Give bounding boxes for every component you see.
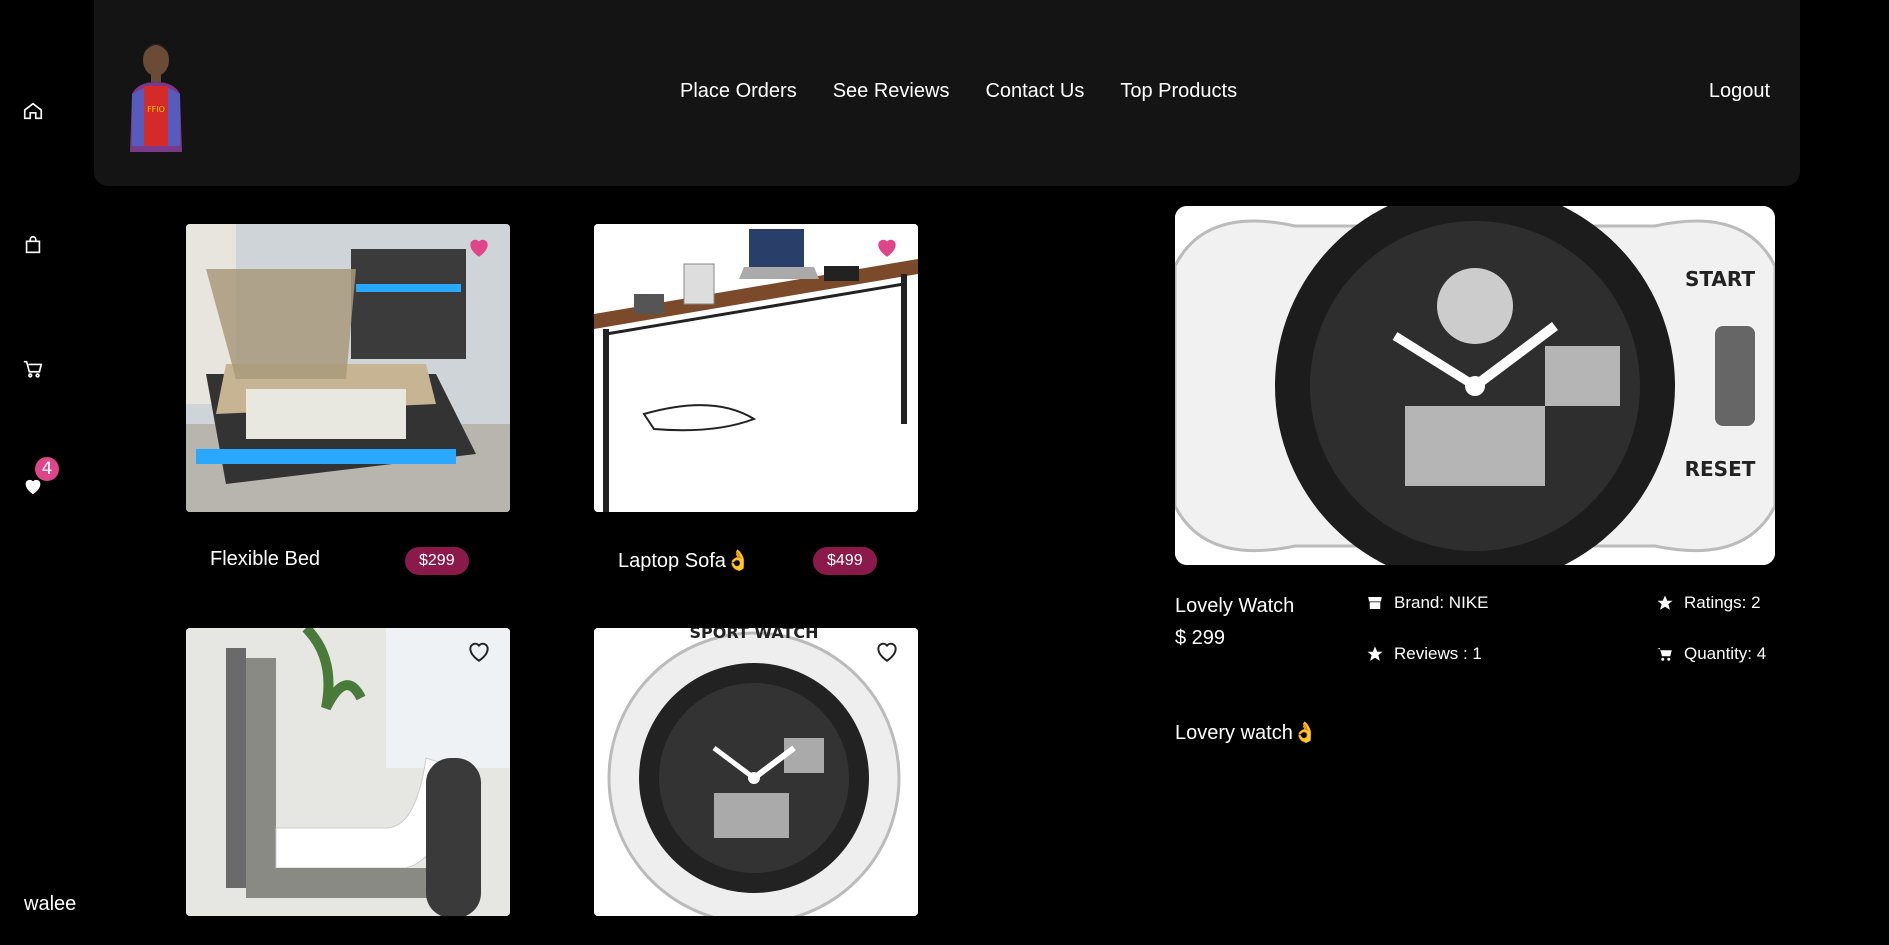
product-card[interactable] — [186, 628, 510, 916]
detail-description: Lovery watch👌 — [1175, 722, 1318, 744]
detail-brand-text: Brand: NIKE — [1394, 593, 1489, 612]
detail-quantity-text: Quantity: 4 — [1684, 644, 1767, 663]
cart-icon — [1657, 648, 1672, 661]
detail-quantity: Quantity: 4 — [1656, 644, 1766, 664]
detail-reviews-text: Reviews : 1 — [1394, 644, 1482, 663]
star-icon — [1367, 646, 1383, 661]
detail-ratings-text: Ratings: 2 — [1684, 593, 1761, 612]
product-image[interactable] — [186, 224, 510, 512]
detail-ratings: Ratings: 2 — [1656, 593, 1761, 613]
detail-price: $ 299 — [1175, 627, 1226, 649]
product-card[interactable]: Laptop Sofa👌 $499 — [594, 224, 918, 575]
detail-title: Lovely Watch — [1175, 595, 1295, 617]
product-card[interactable]: Flexible Bed $299 — [186, 224, 510, 575]
nav-see-reviews[interactable]: See Reviews — [833, 80, 950, 103]
price-badge: $299 — [405, 547, 469, 575]
svg-text:START: START — [1685, 267, 1755, 291]
top-navbar: FFIO Place Orders See Reviews Contact Us… — [94, 0, 1800, 186]
user-name: walee — [24, 893, 77, 915]
product-card[interactable]: SPORT WATCH — [594, 628, 918, 916]
favorite-heart-icon[interactable] — [466, 638, 492, 664]
store-icon — [1368, 597, 1382, 609]
nav-links: Place Orders See Reviews Contact Us Top … — [680, 80, 1237, 103]
product-name: Laptop Sofa👌 — [618, 550, 751, 572]
detail-product-image: START RESET — [1175, 206, 1775, 565]
product-image[interactable]: SPORT WATCH — [594, 628, 918, 916]
favorite-heart-icon[interactable] — [874, 234, 900, 260]
avatar[interactable]: FFIO — [124, 36, 188, 152]
main-content: FFIO Place Orders See Reviews Contact Us… — [76, 0, 1889, 945]
favorite-heart-icon[interactable] — [874, 638, 900, 664]
product-name: Flexible Bed — [210, 548, 321, 570]
svg-text:SPORT WATCH: SPORT WATCH — [689, 628, 818, 642]
svg-text:FFIO: FFIO — [147, 105, 165, 114]
wishlist-count-badge: 4 — [35, 457, 59, 481]
favorite-heart-icon[interactable] — [466, 234, 492, 260]
logout-button[interactable]: Logout — [1709, 80, 1770, 103]
detail-reviews: Reviews : 1 — [1366, 644, 1482, 664]
nav-top-products[interactable]: Top Products — [1120, 80, 1237, 103]
star-icon — [1657, 595, 1673, 610]
product-footer: Flexible Bed $299 — [186, 544, 510, 578]
product-image[interactable] — [186, 628, 510, 916]
nav-place-orders[interactable]: Place Orders — [680, 80, 797, 103]
product-footer: Laptop Sofa👌 $499 — [594, 544, 918, 578]
nav-contact-us[interactable]: Contact Us — [985, 80, 1084, 103]
cart-icon[interactable] — [22, 358, 44, 380]
bag-icon[interactable] — [22, 234, 44, 256]
svg-text:RESET: RESET — [1685, 457, 1756, 481]
product-image[interactable] — [594, 224, 918, 512]
price-badge: $499 — [813, 547, 877, 575]
detail-brand: Brand: NIKE — [1366, 593, 1489, 613]
home-icon[interactable] — [22, 100, 44, 122]
sidebar: 4 walee — [0, 0, 76, 945]
